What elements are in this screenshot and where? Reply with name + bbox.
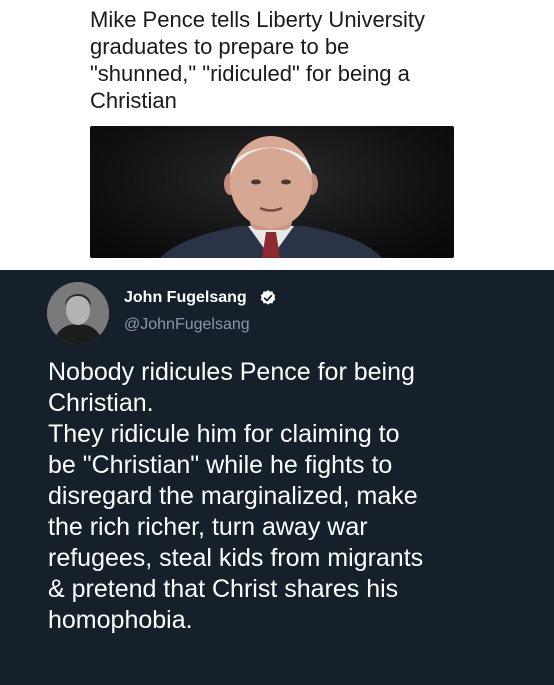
author-display-name[interactable]: John Fugelsang — [124, 289, 247, 307]
news-article-card[interactable]: Mike Pence tells Liberty University grad… — [0, 0, 554, 270]
profile-avatar[interactable] — [47, 282, 109, 344]
verified-badge-icon — [260, 290, 276, 305]
avatar-image — [47, 282, 109, 344]
author-handle[interactable]: @JohnFugelsang — [124, 316, 250, 334]
tweet-text: Nobody ridicules Pence for being Christi… — [48, 358, 424, 634]
speaker-photo-image — [160, 136, 382, 258]
article-photo[interactable] — [90, 126, 454, 258]
article-headline[interactable]: Mike Pence tells Liberty University grad… — [90, 6, 490, 114]
